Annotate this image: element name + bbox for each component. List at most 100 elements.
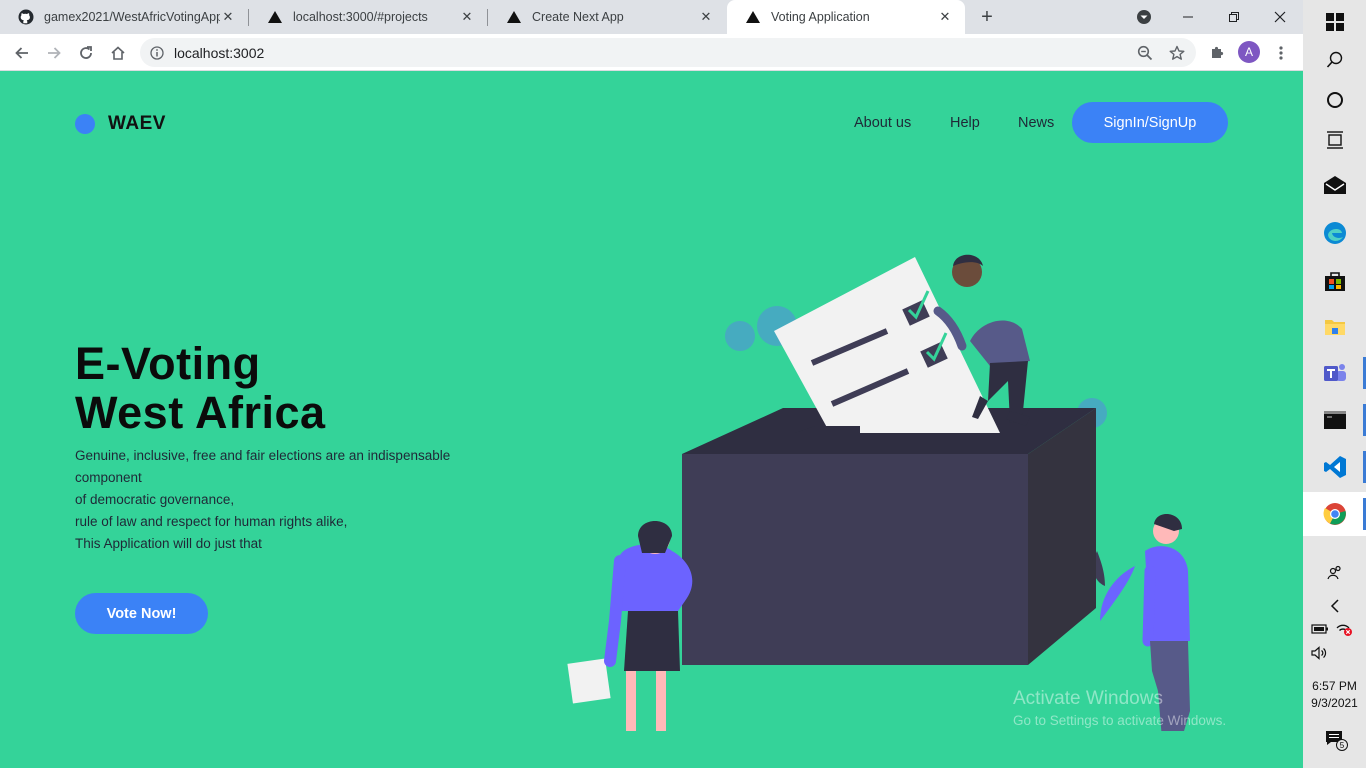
browser-tab-strip: gamex2021/WestAfricVotingApp ✕ localhost… (0, 0, 1303, 34)
hero-title: E-Voting West Africa (75, 339, 326, 437)
mail-icon (1323, 176, 1346, 194)
clock-date: 9/3/2021 (1311, 696, 1358, 710)
taskbar-search-button[interactable] (1303, 38, 1366, 82)
arrow-left-icon (15, 47, 28, 59)
zoom-out-icon (1137, 45, 1153, 61)
new-tab-button[interactable]: + (976, 6, 998, 28)
taskbar-store[interactable] (1303, 259, 1366, 303)
nav-about-us[interactable]: About us (854, 115, 911, 131)
home-button[interactable] (105, 40, 131, 66)
task-view-button[interactable] (1303, 118, 1366, 162)
restore-icon (1229, 12, 1239, 22)
woman-figure (567, 521, 693, 731)
zoom-button[interactable] (1132, 40, 1158, 66)
nav-news[interactable]: News (1018, 115, 1054, 131)
logo-dot-icon (75, 114, 95, 134)
close-icon (1274, 11, 1286, 23)
tab-close-icon[interactable]: ✕ (698, 9, 714, 25)
vscode-icon (1323, 456, 1346, 478)
vercel-triangle-icon (267, 9, 283, 25)
tab-voting-application[interactable]: Voting Application ✕ (727, 0, 965, 34)
network-icon[interactable] (1335, 622, 1353, 641)
chevron-left-icon (1330, 599, 1339, 613)
brand-name: WAEV (108, 113, 166, 134)
tab-create-next-app[interactable]: Create Next App ✕ (488, 0, 726, 34)
url-text[interactable]: localhost:3002 (174, 45, 264, 61)
tab-github[interactable]: gamex2021/WestAfricVotingApp ✕ (0, 0, 248, 34)
hero-line: Genuine, inclusive, free and fair electi… (75, 448, 451, 485)
taskbar-vscode[interactable] (1303, 445, 1366, 489)
store-icon (1324, 272, 1345, 291)
decor-circle (725, 321, 755, 351)
vercel-triangle-icon (745, 9, 761, 25)
signin-signup-button[interactable]: SignIn/SignUp (1072, 102, 1228, 143)
clock-time: 6:57 PM (1312, 679, 1357, 693)
chevron-down-icon (1137, 10, 1151, 24)
github-icon (18, 9, 34, 25)
tab-close-icon[interactable]: ✕ (937, 9, 953, 25)
close-window-button[interactable] (1257, 0, 1303, 34)
activate-windows-watermark: Activate Windows Go to Settings to activ… (1013, 688, 1226, 728)
hero-description: Genuine, inclusive, free and fair electi… (75, 445, 485, 555)
vote-now-button[interactable]: Vote Now! (75, 593, 208, 634)
voting-illustration (567, 254, 1190, 731)
leaf-shape (1100, 566, 1135, 621)
tab-close-icon[interactable]: ✕ (459, 9, 475, 25)
vercel-triangle-icon (506, 9, 522, 25)
minimize-icon (1183, 16, 1193, 18)
volume-icon[interactable] (1311, 646, 1329, 665)
tab-title: Create Next App (532, 10, 624, 24)
people-icon (1326, 565, 1341, 580)
teams-icon (1323, 364, 1346, 381)
restore-button[interactable] (1211, 0, 1257, 34)
reload-icon (80, 46, 92, 59)
web-page: WAEV About us Help News SignIn/SignUp E-… (0, 71, 1303, 768)
puzzle-icon (1212, 46, 1224, 58)
search-icon (1326, 51, 1342, 68)
notifications-button[interactable]: 5 (1325, 730, 1349, 752)
cortana-button[interactable] (1303, 78, 1366, 122)
edge-icon (1323, 222, 1346, 244)
task-view-icon (1326, 131, 1343, 149)
bookmark-button[interactable] (1164, 40, 1190, 66)
menu-button[interactable] (1268, 40, 1294, 66)
taskbar-teams[interactable] (1303, 351, 1366, 395)
tab-title: localhost:3000/#projects (293, 10, 428, 24)
taskbar-terminal[interactable] (1303, 398, 1366, 442)
tab-localhost-3000[interactable]: localhost:3000/#projects ✕ (249, 0, 487, 34)
hero-title-line-1: E-Voting (75, 338, 261, 389)
chrome-icon (1323, 503, 1346, 525)
extensions-button[interactable] (1204, 40, 1230, 66)
brand-logo[interactable]: WAEV (75, 113, 166, 135)
watermark-title: Activate Windows (1013, 688, 1163, 709)
nav-help[interactable]: Help (950, 115, 980, 131)
minimize-button[interactable] (1165, 0, 1211, 34)
tab-search-button[interactable] (1121, 0, 1167, 34)
arrow-right-icon (48, 47, 61, 59)
battery-icon[interactable] (1311, 622, 1329, 640)
cortana-icon (1326, 92, 1343, 108)
hero-line: of democratic governance, (75, 492, 235, 507)
kebab-menu-icon (1279, 46, 1283, 60)
taskbar-clock[interactable]: 6:57 PM 9/3/2021 (1303, 678, 1366, 712)
windows-start-icon (1325, 13, 1344, 31)
home-icon (111, 46, 125, 60)
ballot-box (682, 408, 1096, 665)
taskbar-chrome[interactable] (1303, 492, 1366, 536)
tab-close-icon[interactable]: ✕ (220, 9, 236, 25)
reload-button[interactable] (73, 40, 99, 66)
watermark-subtitle: Go to Settings to activate Windows. (1013, 713, 1227, 728)
browser-toolbar: localhost:3002 (0, 34, 1303, 71)
taskbar-edge[interactable] (1303, 211, 1366, 255)
forward-button[interactable] (41, 40, 67, 66)
taskbar-file-explorer[interactable] (1303, 305, 1366, 349)
address-bar[interactable]: localhost:3002 (140, 38, 1196, 67)
file-explorer-icon (1324, 320, 1345, 335)
notification-count-badge: 5 (1336, 739, 1348, 751)
hero-line: rule of law and respect for human rights… (75, 514, 348, 529)
info-icon[interactable] (150, 45, 164, 60)
profile-avatar[interactable]: A (1238, 41, 1260, 63)
terminal-icon (1323, 411, 1346, 429)
taskbar-mail[interactable] (1303, 163, 1366, 207)
back-button[interactable] (9, 40, 35, 66)
